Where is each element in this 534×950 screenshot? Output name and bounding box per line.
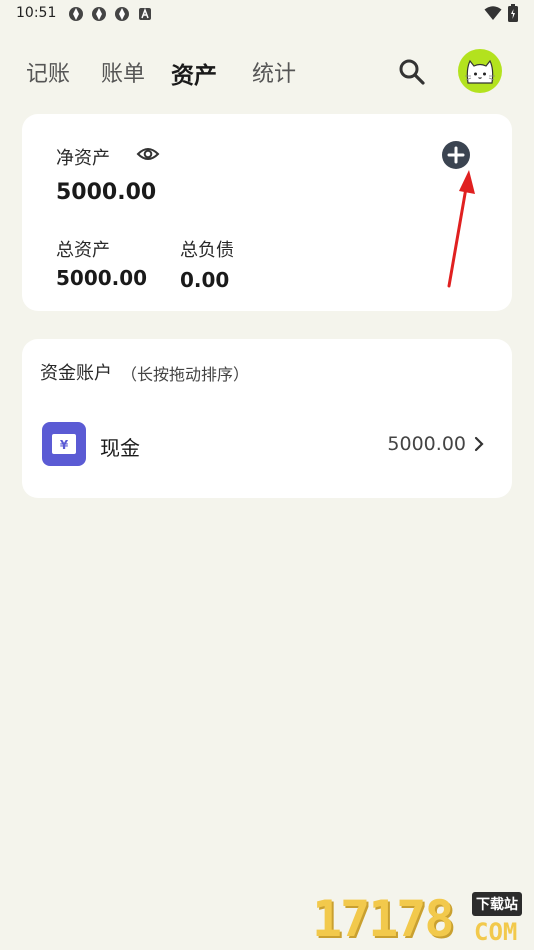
status-notification-icons [68,6,153,22]
cat-avatar-icon [465,59,495,84]
search-button[interactable] [396,56,428,88]
status-time: 10:51 [16,5,57,21]
chevron-right-icon [474,436,484,452]
total-assets-value: 5000.00 [56,266,148,290]
app-notification-icon [68,6,84,22]
net-assets-label: 净资产 [56,148,110,169]
net-assets-value: 5000.00 [56,180,157,205]
watermark-site: 下载站 [472,892,522,916]
watermark-number: 17178 [312,890,455,948]
tab-assets[interactable]: 资产 [171,56,217,90]
avatar[interactable] [458,49,502,93]
tab-bookkeeping[interactable]: 记账 [26,56,70,88]
list-item[interactable]: ¥ 现金 5000.00 [22,410,512,480]
tab-statistics[interactable]: 统计 [252,56,296,88]
app-notification-icon [91,6,107,22]
add-account-button[interactable] [442,141,470,169]
toggle-visibility-button[interactable] [136,144,160,164]
annotation-arrow-icon [447,170,475,288]
status-bar: 10:51 [0,0,534,30]
account-name: 现金 [100,436,140,460]
svg-text:¥: ¥ [60,438,69,452]
plus-icon [447,146,465,164]
account-amount: 5000.00 [387,433,466,455]
app-notification-icon [114,6,130,22]
watermark-logo: 17178 下载站 COM [310,888,534,950]
accounts-title: 资金账户 [40,363,112,384]
keyboard-notification-icon [137,6,153,22]
status-right [484,4,518,26]
total-assets-label: 总资产 [56,240,110,261]
total-liabilities-value: 0.00 [180,268,230,292]
top-nav: 记账 账单 资产 统计 [0,50,534,94]
search-icon [399,59,425,85]
watermark-com: COM [474,918,518,946]
wifi-icon [484,5,502,25]
eye-icon [136,148,160,160]
total-liabilities-label: 总负债 [180,240,234,261]
tab-bills[interactable]: 账单 [101,56,145,88]
yen-wallet-icon: ¥ [42,422,86,466]
accounts-hint: （长按拖动排序） [121,365,250,384]
battery-icon [508,4,518,26]
